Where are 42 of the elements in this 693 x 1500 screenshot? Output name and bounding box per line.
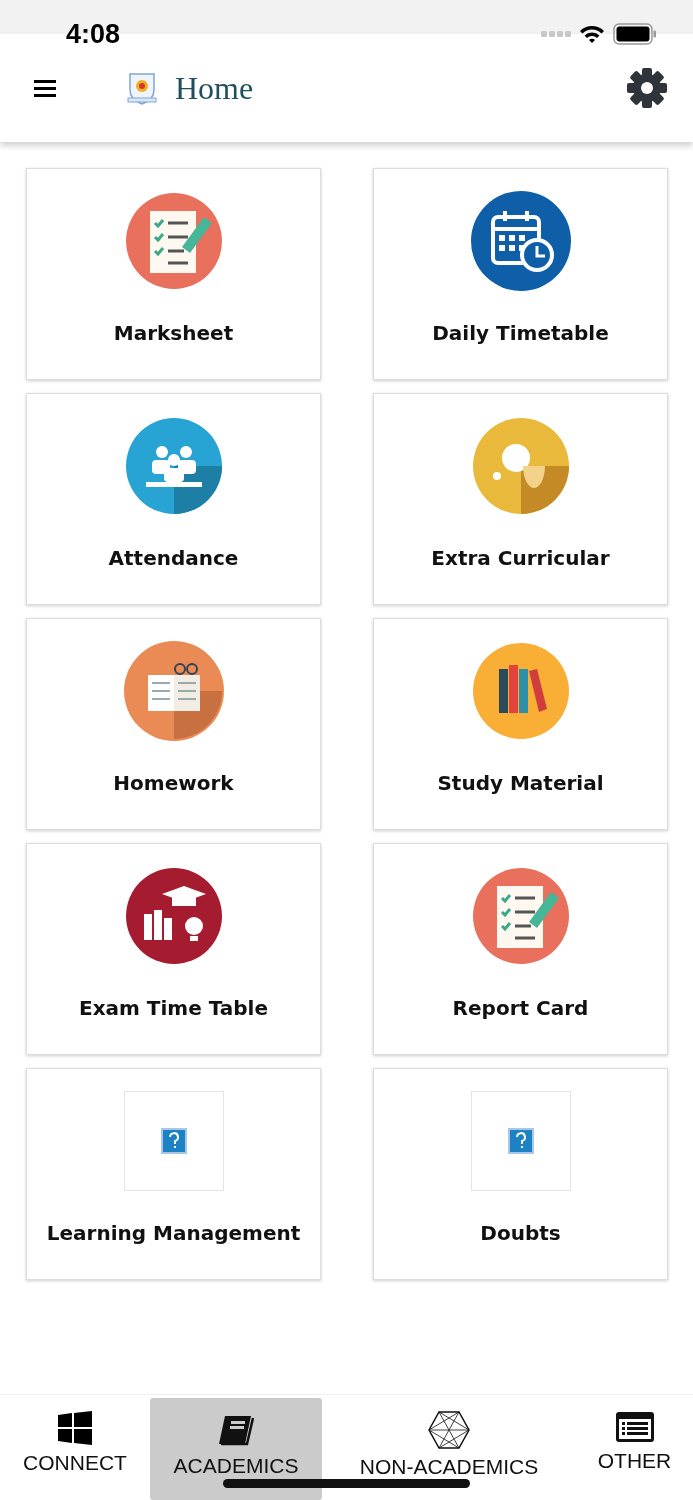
calendar-icon: [470, 191, 571, 291]
menu-tile[interactable]: Extra Curricular: [373, 393, 668, 605]
menu-tile[interactable]: Attendance: [26, 393, 321, 605]
list-icon: [614, 1411, 655, 1443]
battery-icon: [613, 23, 657, 45]
tile-label: Homework: [113, 771, 234, 795]
tile-label: Learning Management: [46, 1221, 301, 1245]
settings-icon[interactable]: [625, 66, 669, 110]
hexagon-icon: [428, 1411, 470, 1449]
menu-tile[interactable]: Study Material: [373, 618, 668, 830]
books-icon: [470, 641, 571, 741]
page-title: Home: [175, 69, 254, 107]
exam-icon: [123, 866, 224, 966]
menu-tile[interactable]: Exam Time Table: [26, 843, 321, 1055]
status-time: 4:08: [66, 20, 121, 48]
missing-image-icon: [159, 1127, 188, 1155]
tile-label: Daily Timetable: [432, 321, 609, 345]
tile-label: Report Card: [452, 996, 589, 1020]
menu-tile[interactable]: Daily Timetable: [373, 168, 668, 380]
menu-tile[interactable]: Learning Management: [26, 1068, 321, 1280]
tile-label: Exam Time Table: [79, 996, 268, 1020]
menu-tile[interactable]: Homework: [26, 618, 321, 830]
group-icon: [123, 416, 224, 516]
tile-label: Attendance: [108, 546, 239, 570]
missing-image-icon: [506, 1127, 535, 1155]
tile-label: Doubts: [480, 1221, 561, 1245]
signal-icon: [541, 30, 571, 38]
tab[interactable]: ACADEMICS: [150, 1398, 322, 1500]
masks-icon: [470, 416, 571, 516]
checklist-icon: [123, 191, 224, 291]
windows-icon: [58, 1411, 92, 1445]
notebook-icon: [123, 641, 224, 741]
book-icon: [217, 1414, 255, 1448]
tile-label: Extra Curricular: [431, 546, 610, 570]
crest-logo-icon: [126, 70, 158, 106]
checklist-icon: [470, 866, 571, 966]
menu-tile[interactable]: Marksheet: [26, 168, 321, 380]
tile-label: Study Material: [437, 771, 604, 795]
menu-tile[interactable]: Doubts: [373, 1068, 668, 1280]
menu-tile[interactable]: Report Card: [373, 843, 668, 1055]
wifi-icon: [579, 24, 605, 44]
tile-label: Marksheet: [113, 321, 234, 345]
